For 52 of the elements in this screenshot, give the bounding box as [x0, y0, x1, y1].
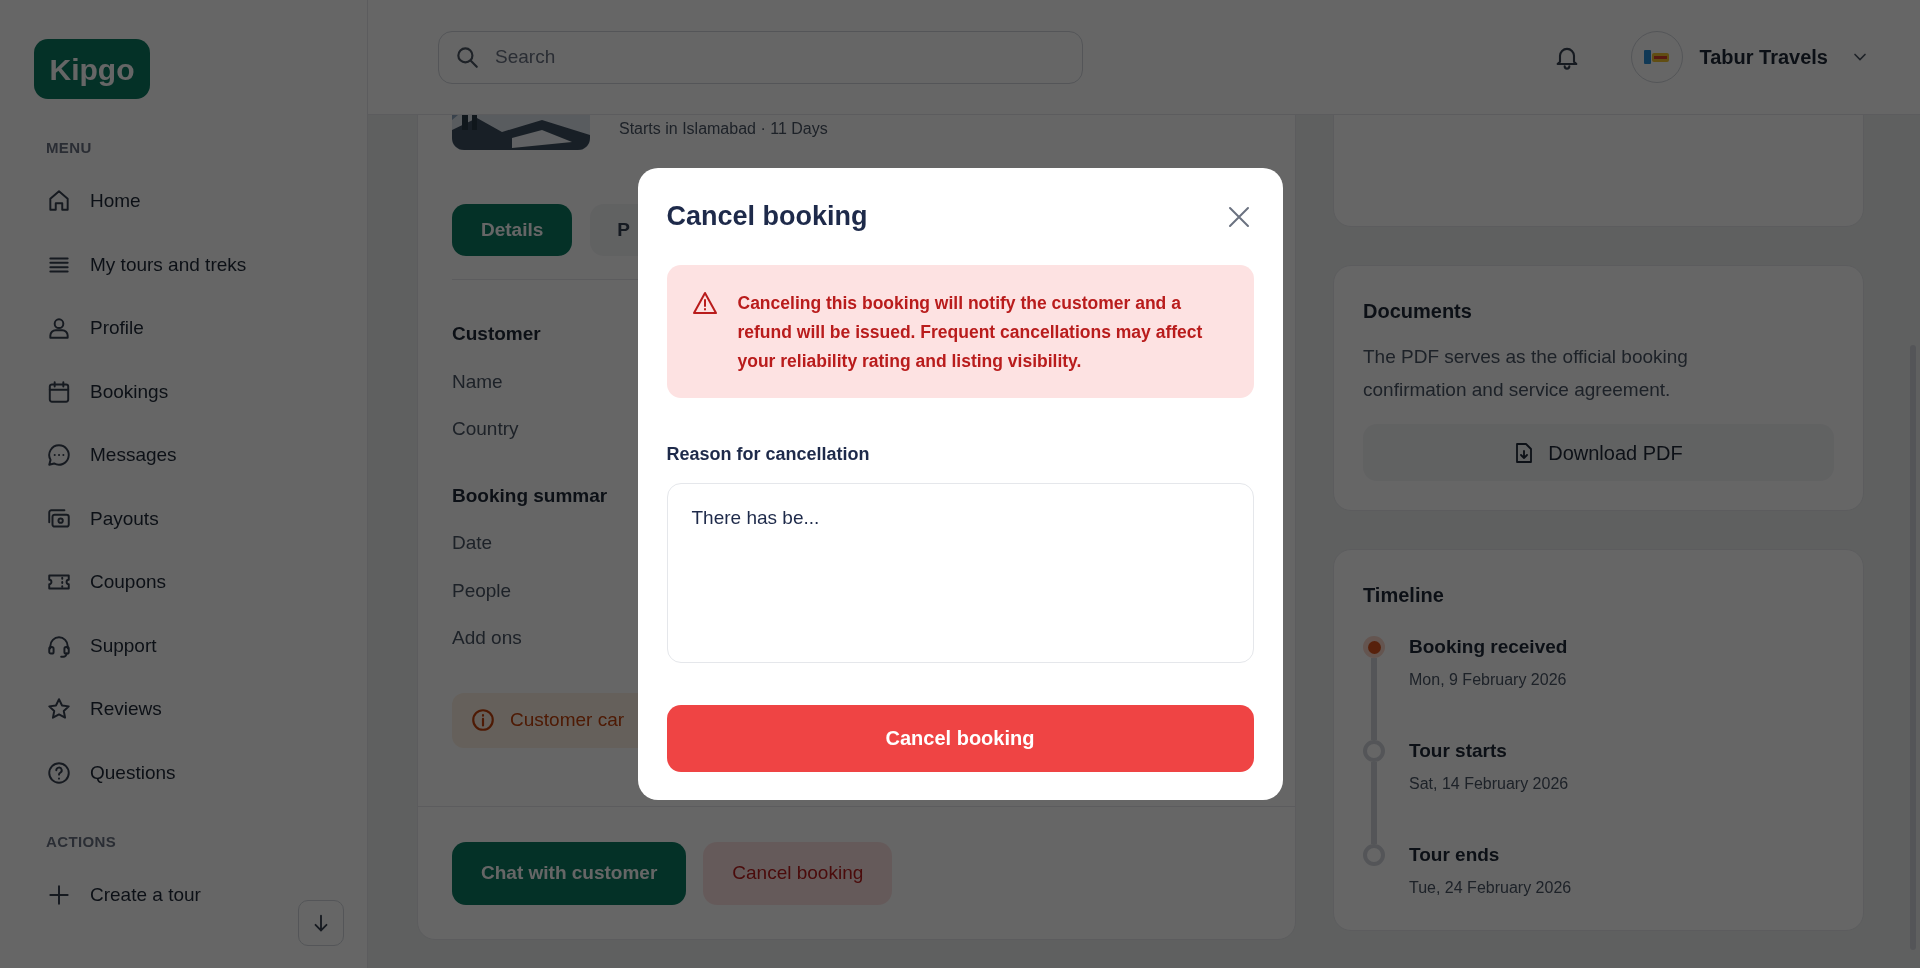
question-circle-icon — [46, 759, 72, 786]
sidebar-item[interactable]: Payouts — [34, 487, 159, 551]
sidebar-item[interactable]: Support — [34, 614, 157, 678]
event-title: Tour ends — [1409, 844, 1501, 866]
field-label: People — [452, 578, 512, 603]
dialog-title: Cancel booking — [666, 200, 868, 234]
section-title: Customer — [452, 322, 541, 346]
section-label: ACTIONS — [45, 831, 118, 852]
tour-subtitle: Starts in Islamabad · 11 Days — [619, 119, 828, 139]
card-title: Documents — [1363, 299, 1473, 324]
sidebar-item[interactable]: Profile — [34, 296, 144, 360]
notice-text: Customer car — [510, 707, 625, 732]
field-label: Name — [452, 369, 503, 394]
section-title: Booking summar — [452, 483, 608, 508]
close-icon — [1226, 204, 1251, 229]
sidebar-item[interactable]: Reviews — [34, 677, 162, 741]
file-download-icon — [1514, 441, 1535, 464]
event-title: Booking received — [1409, 636, 1568, 658]
event-date: Tue, 24 February 2026 — [1409, 878, 1572, 898]
field-label: Country — [452, 417, 519, 441]
person-icon — [46, 315, 72, 342]
card-title: Timeline — [1363, 583, 1445, 608]
info-icon — [470, 707, 496, 733]
field-label: Reason for cancellation — [666, 442, 871, 466]
tab[interactable]: Details — [452, 204, 573, 256]
documents-description: The PDF serves as the official booking confirmation and service agreement. — [1363, 345, 1689, 402]
sidebar-item[interactable]: Messages — [34, 423, 177, 487]
warning-text: Canceling this booking will notify the customer and a refund will be issued. Frequent cancellations may affect your reliability rating and listing visibility. — [737, 291, 1204, 373]
event-date: Mon, 9 February 2026 — [1409, 670, 1568, 690]
calendar-icon — [46, 378, 72, 405]
warning-icon — [691, 290, 718, 315]
download-pdf-button[interactable]: Download PDF — [1363, 424, 1834, 481]
chat-bubble-icon — [46, 442, 72, 469]
scroll-down-button[interactable] — [298, 900, 344, 946]
field-label: Add ons — [452, 626, 522, 650]
account-name[interactable]: Tabur Travels — [1699, 42, 1828, 72]
cancel-booking-button[interactable]: Cancel booking — [666, 704, 1254, 772]
sidebar-item[interactable]: Bookings — [34, 360, 169, 424]
chat-button[interactable]: Chat with customer — [452, 842, 687, 905]
sidebar-item[interactable]: Coupons — [34, 550, 167, 614]
event-date: Sat, 14 February 2026 — [1409, 774, 1569, 794]
sidebar-item[interactable]: Home — [34, 169, 141, 233]
reason-field[interactable]: There has be... — [666, 482, 1254, 663]
sidebar-item[interactable]: Questions — [34, 741, 176, 805]
logo[interactable]: Kipgo — [34, 39, 150, 99]
cancel-booking-button[interactable]: Cancel booking — [703, 842, 893, 905]
section-label: MENU — [45, 138, 93, 158]
event-title: Tour starts — [1409, 740, 1508, 762]
sidebar-item[interactable]: Create a tour — [34, 863, 201, 927]
field-label: Date — [452, 531, 493, 555]
search-field[interactable]: Search — [438, 30, 1083, 84]
sidebar-item[interactable]: My tours and treks — [34, 233, 247, 297]
